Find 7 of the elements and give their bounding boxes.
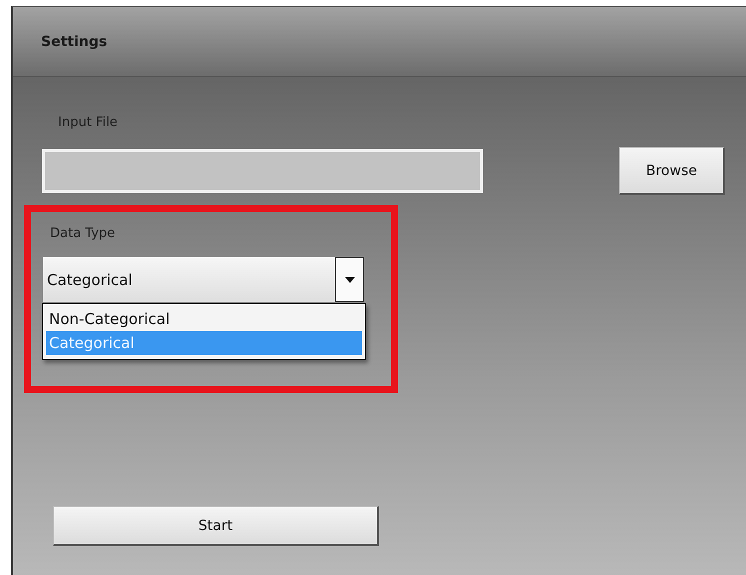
- window-title: Settings: [41, 34, 108, 50]
- browse-button[interactable]: Browse: [619, 147, 725, 195]
- data-type-label: Data Type: [50, 226, 116, 241]
- dropdown-option[interactable]: Non-Categorical: [46, 307, 362, 331]
- input-file-field[interactable]: [42, 149, 483, 193]
- input-file-label: Input File: [58, 115, 118, 130]
- start-button[interactable]: Start: [53, 506, 379, 546]
